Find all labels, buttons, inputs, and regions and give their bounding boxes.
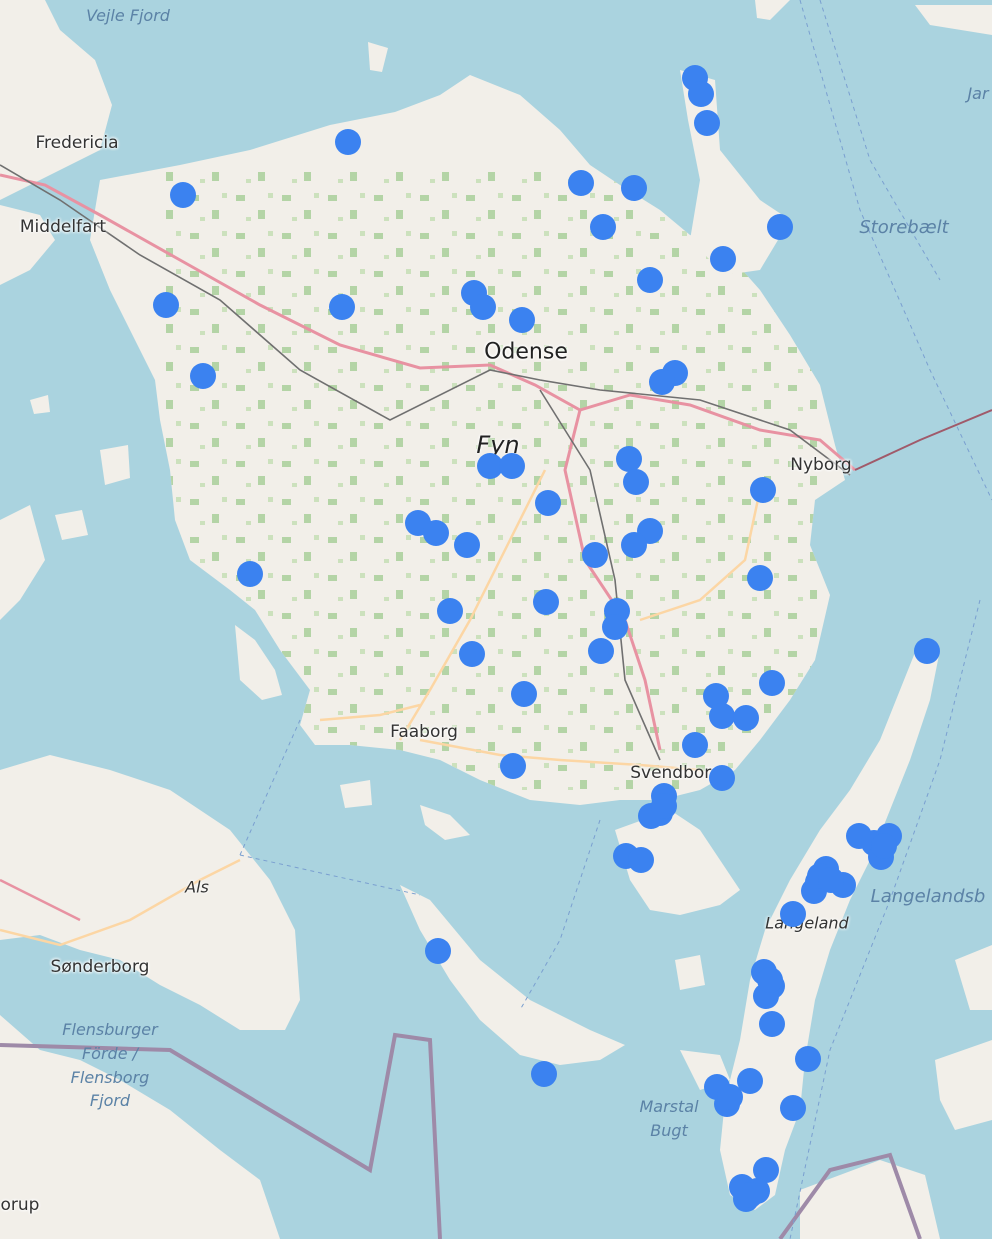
map-marker[interactable] (454, 532, 480, 558)
map-marker[interactable] (335, 129, 361, 155)
jar-label: Jar (967, 84, 989, 103)
map-marker[interactable] (470, 294, 496, 320)
map-marker[interactable] (153, 292, 179, 318)
map-marker[interactable] (709, 765, 735, 791)
map-marker[interactable] (533, 589, 559, 615)
orup-label: orup (0, 1195, 40, 1215)
map-marker[interactable] (459, 641, 485, 667)
fredericia-label: Fredericia (35, 133, 119, 153)
flensburger-label-4: Fjord (89, 1091, 131, 1110)
map-marker[interactable] (637, 267, 663, 293)
map-marker[interactable] (710, 246, 736, 272)
map-marker[interactable] (628, 847, 654, 873)
map-marker[interactable] (621, 175, 647, 201)
map-marker[interactable] (511, 681, 537, 707)
sonderborg-label: Sønderborg (50, 957, 150, 977)
map-marker[interactable] (780, 1095, 806, 1121)
map-marker[interactable] (709, 703, 735, 729)
map-marker[interactable] (531, 1061, 557, 1087)
map-marker[interactable] (688, 81, 714, 107)
odense-label: Odense (484, 339, 568, 365)
map-marker[interactable] (500, 753, 526, 779)
map-marker[interactable] (780, 901, 806, 927)
map-marker[interactable] (588, 638, 614, 664)
map-marker[interactable] (757, 967, 783, 993)
flensburger-label-1: Flensburger (62, 1020, 158, 1039)
storebaelt-label: Storebælt (859, 217, 949, 238)
map-marker[interactable] (237, 561, 263, 587)
map-marker[interactable] (616, 446, 642, 472)
map-marker[interactable] (649, 369, 675, 395)
map-marker[interactable] (759, 670, 785, 696)
map-view[interactable]: Vejle Fjord Fredericia Middelfart Odense… (0, 0, 992, 1239)
map-marker[interactable] (682, 732, 708, 758)
map-marker[interactable] (623, 469, 649, 495)
map-marker[interactable] (190, 363, 216, 389)
als-label: Als (185, 877, 209, 897)
map-marker[interactable] (170, 182, 196, 208)
map-marker[interactable] (759, 1011, 785, 1037)
marstal-bugt-label-2: Bugt (650, 1121, 688, 1140)
map-marker[interactable] (914, 638, 940, 664)
map-marker[interactable] (750, 477, 776, 503)
map-marker[interactable] (499, 453, 525, 479)
faaborg-label: Faaborg (390, 722, 458, 742)
map-marker[interactable] (694, 110, 720, 136)
vejle-fjord-label: Vejle Fjord (86, 6, 170, 25)
map-marker[interactable] (535, 490, 561, 516)
svendborg-label: Svendborg (630, 763, 722, 783)
langeland-label: Langeland (765, 913, 849, 933)
flensburger-label-2: Förde / (81, 1044, 139, 1063)
map-marker[interactable] (509, 307, 535, 333)
map-marker[interactable] (602, 614, 628, 640)
marstal-bugt-label-1: Marstal (639, 1097, 699, 1116)
map-marker[interactable] (733, 705, 759, 731)
map-marker[interactable] (582, 542, 608, 568)
map-marker[interactable] (651, 793, 677, 819)
nyborg-label: Nyborg (790, 455, 852, 475)
map-base-layer (0, 0, 992, 1239)
map-marker[interactable] (818, 867, 844, 893)
map-marker[interactable] (621, 532, 647, 558)
map-marker[interactable] (423, 520, 449, 546)
map-marker[interactable] (329, 294, 355, 320)
map-marker[interactable] (717, 1084, 743, 1110)
map-marker[interactable] (437, 598, 463, 624)
map-marker[interactable] (737, 1182, 763, 1208)
langelandsbaelt-label: Langelandsb (870, 886, 986, 907)
flensburger-label-3: Flensborg (70, 1068, 150, 1087)
middelfart-label: Middelfart (19, 217, 107, 237)
map-marker[interactable] (767, 214, 793, 240)
map-marker[interactable] (795, 1046, 821, 1072)
map-marker[interactable] (590, 214, 616, 240)
map-marker[interactable] (747, 565, 773, 591)
map-marker[interactable] (425, 938, 451, 964)
map-marker[interactable] (568, 170, 594, 196)
map-marker[interactable] (871, 833, 897, 859)
